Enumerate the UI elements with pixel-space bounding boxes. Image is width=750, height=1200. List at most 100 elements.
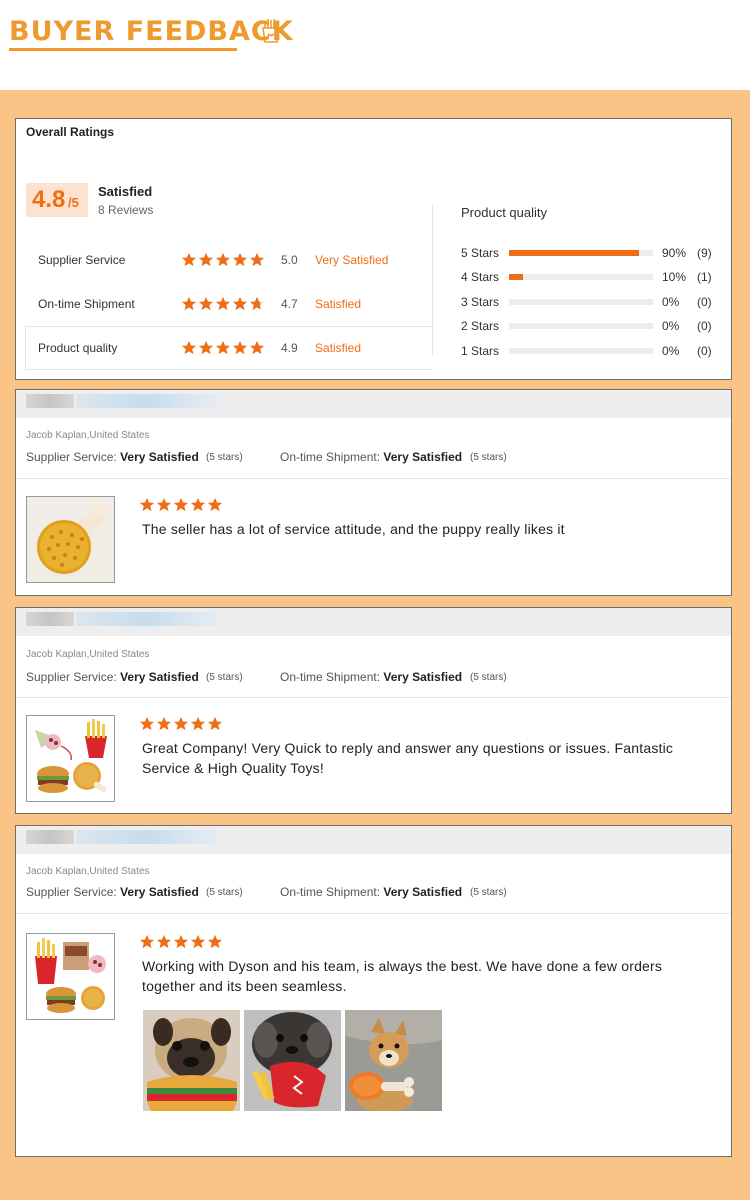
review-text: The seller has a lot of service attitude… (142, 521, 565, 537)
star-icon (215, 340, 231, 355)
pug-with-burger-toy-photo[interactable] (143, 1010, 240, 1111)
column-divider (432, 205, 433, 355)
star-level-label: 2 Stars (461, 319, 500, 333)
star-icon (139, 716, 155, 731)
star-icon (232, 252, 248, 267)
shipment-stars: (5 stars) (470, 887, 507, 898)
star-level-label: 1 Stars (461, 344, 500, 358)
supplier-service-stars: (5 stars) (206, 452, 243, 463)
review-meta: Supplier Service: Very Satisfied (5 star… (26, 670, 726, 686)
rating-row-stars (181, 340, 265, 356)
shipment-stars: (5 stars) (470, 452, 507, 463)
star-icon (156, 497, 172, 512)
star-icon (198, 296, 214, 311)
review-text: Great Company! Very Quick to reply and a… (142, 740, 674, 776)
supplier-service-label: Supplier Service: (26, 885, 117, 899)
star-icon (207, 716, 223, 731)
food-toys-set-photo[interactable] (26, 715, 115, 802)
overall-ratings-title: Overall Ratings (26, 125, 115, 139)
rating-row-value: 5.0 (281, 253, 298, 267)
supplier-service-value: Very Satisfied (120, 670, 199, 684)
distribution-bar-track (509, 323, 653, 329)
blurred-username (76, 612, 216, 626)
star-distribution-row: 4 Stars 10% (1) (461, 270, 721, 284)
distribution-bar-track (509, 348, 653, 354)
star-icon (207, 934, 223, 949)
shipment-label: On-time Shipment: (280, 450, 381, 464)
review-card: Jacob Kaplan,United States Supplier Serv… (15, 607, 732, 814)
review-count: 8 Reviews (98, 203, 154, 217)
star-icon (139, 497, 155, 512)
star-icon (139, 934, 155, 949)
review-header-bar (16, 390, 731, 418)
star-icon (181, 296, 197, 311)
star-distribution-row: 2 Stars 0% (0) (461, 319, 721, 333)
title-underline (9, 48, 237, 51)
supplier-service-value: Very Satisfied (120, 885, 199, 899)
fried-chicken-toy-photo[interactable] (26, 496, 115, 583)
overall-satisfaction: Satisfied (98, 184, 153, 199)
product-quality-title: Product quality (461, 205, 547, 220)
blurred-username (76, 830, 216, 844)
overall-score: 4.8 (32, 186, 66, 213)
star-level-percent: 10% (662, 270, 687, 284)
star-rating-graphic (139, 716, 223, 731)
half-star-icon (249, 296, 265, 311)
supplier-service-label: Supplier Service: (26, 450, 117, 464)
star-level-label: 3 Stars (461, 295, 500, 309)
star-distribution-row: 5 Stars 90% (9) (461, 246, 721, 260)
star-distribution-row: 1 Stars 0% (0) (461, 344, 721, 358)
review-card: Jacob Kaplan,United States Supplier Serv… (15, 389, 732, 596)
distribution-bar-fill (509, 274, 524, 280)
distribution-bar-fill (509, 250, 639, 256)
star-level-percent: 0% (662, 319, 680, 333)
shipment-label: On-time Shipment: (280, 885, 381, 899)
star-icon (181, 340, 197, 355)
star-level-count: (0) (697, 344, 712, 358)
rating-row-word: Satisfied (315, 297, 362, 311)
shipment-value: Very Satisfied (383, 450, 463, 464)
review-rating-stars (139, 716, 223, 732)
star-rating-graphic (181, 340, 265, 355)
distribution-bar-track (509, 299, 653, 305)
rating-row-value: 4.9 (281, 341, 298, 355)
supplier-service-stars: (5 stars) (206, 887, 243, 898)
shipment-stars: (5 stars) (470, 672, 507, 683)
supplier-service-label: Supplier Service: (26, 670, 117, 684)
star-icon (190, 716, 206, 731)
star-icon (173, 934, 189, 949)
blurred-username (76, 394, 216, 408)
shipment-value: Very Satisfied (383, 670, 463, 684)
star-level-percent: 0% (662, 295, 680, 309)
supplier-service-stars: (5 stars) (206, 672, 243, 683)
rating-row-stars (181, 296, 265, 312)
review-divider (16, 478, 731, 479)
distribution-bar-track (509, 274, 653, 280)
star-icon (249, 340, 265, 355)
overall-score-box: 4.8 /5 (26, 183, 88, 217)
star-level-percent: 0% (662, 344, 680, 358)
shiba-with-drumstick-toy-photo[interactable] (345, 1010, 442, 1111)
supplier-service-value: Very Satisfied (120, 450, 199, 464)
page-title: BUYER FEEDBACK (9, 16, 294, 47)
star-level-percent: 90% (662, 246, 687, 260)
distribution-bar-track (509, 250, 653, 256)
star-icon (232, 296, 248, 311)
star-rating-graphic (139, 497, 223, 512)
review-rating-stars (139, 934, 223, 950)
rating-row-label: On-time Shipment (38, 297, 135, 311)
star-icon (156, 716, 172, 731)
star-level-count: (1) (697, 270, 712, 284)
food-toys-with-box-photo[interactable] (26, 933, 115, 1020)
star-level-label: 4 Stars (461, 270, 500, 284)
review-rating-stars (139, 497, 223, 513)
rating-row-word: Very Satisfied (315, 253, 389, 267)
page-header: BUYER FEEDBACK (0, 0, 750, 90)
dog-with-fries-toy-photo[interactable] (244, 1010, 341, 1111)
rating-row-value: 4.7 (281, 297, 298, 311)
reviewer-name: Jacob Kaplan,United States (26, 649, 150, 660)
rating-row-label: Supplier Service (38, 253, 126, 267)
review-meta: Supplier Service: Very Satisfied (5 star… (26, 885, 726, 901)
blurred-username (26, 830, 74, 844)
fries-icon (262, 19, 280, 43)
